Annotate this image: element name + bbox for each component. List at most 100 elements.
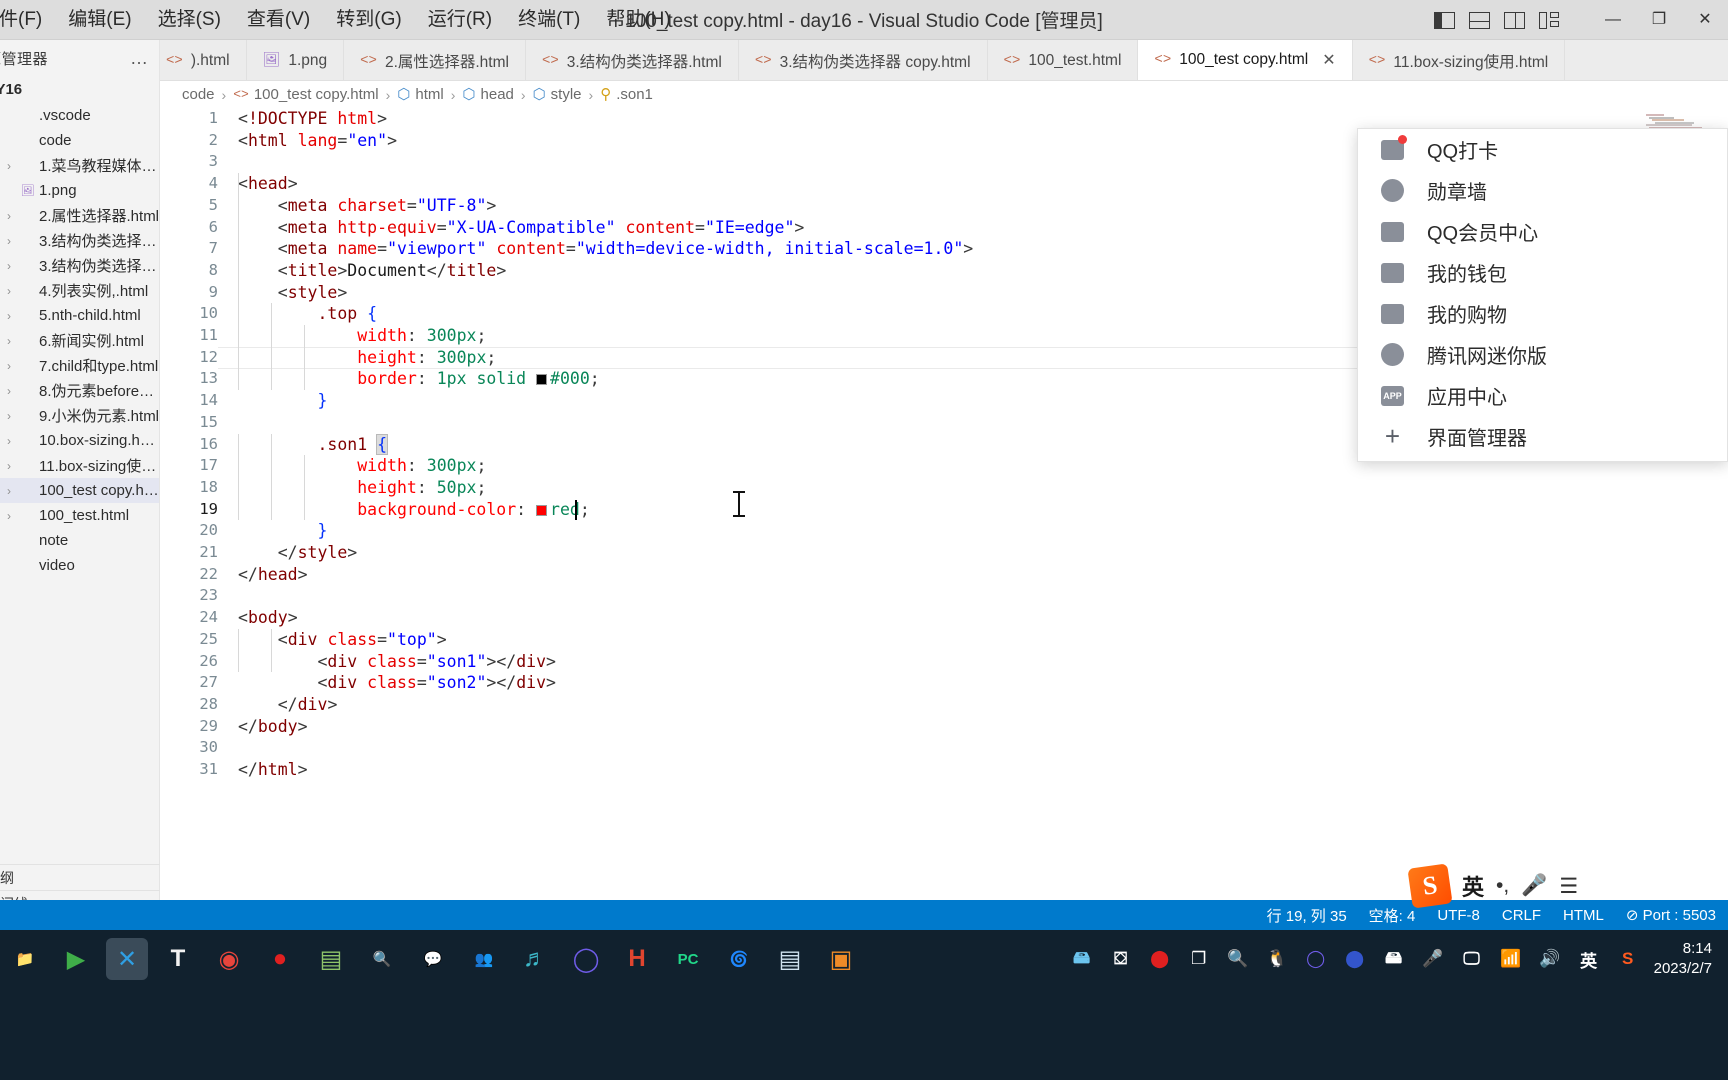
file-tree-item[interactable]: › 11.box-sizing使用.ht... xyxy=(0,453,159,478)
editor-tab[interactable]: <> 100_test copy.html ✕ xyxy=(1138,40,1353,80)
qq-menu-item[interactable]: QQ打卡 xyxy=(1358,129,1727,170)
microphone-icon[interactable]: 🎤 xyxy=(1521,874,1547,898)
file-tree-item[interactable]: code xyxy=(0,128,159,153)
qq-menu-item[interactable]: 我的钱包 xyxy=(1358,252,1727,293)
punctuation-toggle-icon[interactable]: •, xyxy=(1496,874,1509,898)
maximize-button[interactable]: ❐ xyxy=(1636,0,1682,40)
editor-tab[interactable]: 🖼 1.png xyxy=(246,40,345,80)
code-line[interactable]: <div class="top"> xyxy=(238,629,447,651)
breadcrumb-segment[interactable]: ⚲ .son1 xyxy=(600,85,653,104)
qq-menu-item[interactable]: QQ会员中心 xyxy=(1358,211,1727,252)
code-line[interactable]: </html> xyxy=(238,759,308,781)
usb-icon[interactable]: 🖴 xyxy=(1069,946,1095,972)
file-tree-item[interactable]: › 6.新闻实例.html xyxy=(0,328,159,353)
wifi-icon[interactable]: 📶 xyxy=(1498,946,1524,972)
editor-tab[interactable]: <> 11.box-sizing使用.html xyxy=(1352,40,1566,80)
file-tree-item[interactable]: .vscode xyxy=(0,103,159,128)
explorer-more-actions-icon[interactable]: … xyxy=(130,48,149,69)
breadcrumb-segment[interactable]: ⬡ style xyxy=(533,85,582,104)
qq-menu-item[interactable]: 勋章墙 xyxy=(1358,170,1727,211)
everything-icon[interactable]: 🔍 xyxy=(361,938,403,980)
editor-tab[interactable]: <> 3.结构伪类选择器 copy.html xyxy=(738,40,988,80)
volume-icon[interactable]: 🔊 xyxy=(1537,946,1563,972)
ime-mode-label[interactable]: 英 xyxy=(1462,870,1484,902)
rose-icon[interactable]: 🌀 xyxy=(718,938,760,980)
notepad-icon[interactable]: ▤ xyxy=(310,938,352,980)
wechat-icon[interactable]: 💬 xyxy=(412,938,454,980)
editor-tab[interactable]: <> 3.结构伪类选择器.html xyxy=(525,40,739,80)
toggle-secondary-sidebar-icon[interactable] xyxy=(1504,11,1525,29)
typora-icon[interactable]: T xyxy=(157,938,199,980)
qq-menu-item[interactable]: + 界面管理器 xyxy=(1358,416,1727,457)
qq-icon[interactable]: 👥 xyxy=(463,938,505,980)
file-tree-item[interactable]: 🖼 1.png xyxy=(0,178,159,203)
copy-run-icon[interactable]: ❐ xyxy=(1186,946,1212,972)
qq-menu-item[interactable]: 腾讯网迷你版 xyxy=(1358,334,1727,375)
status-bar-item[interactable]: HTML xyxy=(1563,907,1604,924)
usb2-icon[interactable]: 🖴 xyxy=(1381,946,1407,972)
circle-icon[interactable]: ◯ xyxy=(1303,946,1329,972)
status-bar-item[interactable]: 行 19, 列 35 xyxy=(1267,905,1347,926)
file-tree-item[interactable]: › 8.伪元素before和aft... xyxy=(0,378,159,403)
code-line[interactable]: <html lang="en"> xyxy=(238,130,397,152)
location-icon[interactable]: ⬤ xyxy=(1342,946,1368,972)
file-tree-item[interactable]: note xyxy=(0,528,159,553)
code-line[interactable]: </style> xyxy=(238,542,357,564)
minimize-button[interactable]: — xyxy=(1590,0,1636,40)
qq-menu-item[interactable]: APP 应用中心 xyxy=(1358,375,1727,416)
breadcrumb-segment[interactable]: ⬡ head xyxy=(462,85,513,104)
code-line[interactable]: .son1 { xyxy=(238,433,389,456)
sogou-icon[interactable]: S xyxy=(1615,946,1641,972)
close-button[interactable]: ✕ xyxy=(1682,0,1728,40)
potplayer-icon[interactable]: ▶ xyxy=(55,938,97,980)
breadcrumb-segment[interactable]: ⬡ html xyxy=(397,85,443,104)
workspace-root-label[interactable]: AY16 xyxy=(0,76,159,103)
vscode-icon[interactable]: ✕ xyxy=(106,938,148,980)
code-line[interactable]: <meta name="viewport" content="width=dev… xyxy=(238,238,973,260)
microphone-icon[interactable]: 🎤 xyxy=(1420,946,1446,972)
menu-item-7[interactable]: 帮助(H) xyxy=(593,7,683,32)
status-bar-item[interactable]: 空格: 4 xyxy=(1369,905,1416,926)
chrome-icon[interactable]: ◉ xyxy=(208,938,250,980)
menu-item-3[interactable]: 查看(V) xyxy=(234,7,323,32)
code-line[interactable]: .top { xyxy=(238,303,377,325)
notes-icon[interactable]: ▤ xyxy=(769,938,811,980)
file-tree-item[interactable]: › 5.nth-child.html xyxy=(0,303,159,328)
outline-panel-header[interactable]: 大纲 xyxy=(0,864,160,890)
browser-icon[interactable]: ◯ xyxy=(565,938,607,980)
file-tree-item[interactable]: video xyxy=(0,553,159,578)
menu-item-4[interactable]: 转到(G) xyxy=(323,7,414,32)
code-line[interactable]: </body> xyxy=(238,716,308,738)
taskbar-clock[interactable]: 8:14 2023/2/7 xyxy=(1654,939,1718,980)
penguin-icon[interactable]: 🐧 xyxy=(1264,946,1290,972)
ime-icon[interactable]: 英 xyxy=(1576,946,1602,972)
breadcrumb-segment[interactable]: code xyxy=(182,86,215,103)
file-tree-item[interactable]: › 4.列表实例,.html xyxy=(0,278,159,303)
code-line[interactable]: height: 300px; xyxy=(238,347,496,369)
status-bar-item[interactable]: CRLF xyxy=(1502,907,1541,924)
ime-menu-icon[interactable]: ☰ xyxy=(1559,874,1578,899)
file-explorer-icon[interactable]: 📁 xyxy=(4,938,46,980)
record-icon[interactable]: ⬤ xyxy=(1147,946,1173,972)
menu-item-5[interactable]: 运行(R) xyxy=(415,7,505,32)
code-line[interactable]: <meta charset="UTF-8"> xyxy=(238,195,497,217)
file-tree-item[interactable]: › 3.结构伪类选择器 co... xyxy=(0,228,159,253)
pycharm-icon[interactable]: PC xyxy=(667,938,709,980)
status-bar-item[interactable]: UTF-8 xyxy=(1437,907,1480,924)
code-line[interactable]: <title>Document</title> xyxy=(238,260,507,282)
code-line[interactable]: <div class="son2"></div> xyxy=(238,672,555,694)
code-line[interactable]: <!DOCTYPE html> xyxy=(238,108,387,130)
file-tree-item[interactable]: › 3.结构伪类选择器.ht... xyxy=(0,253,159,278)
breadcrumb-segment[interactable]: <> 100_test copy.html xyxy=(233,86,378,103)
editor-tab[interactable]: <>).html xyxy=(160,40,247,80)
status-bar-item[interactable]: ⊘ Port : 5503 xyxy=(1626,906,1716,924)
code-line[interactable]: } xyxy=(238,390,327,412)
code-line[interactable]: height: 50px; xyxy=(238,477,486,499)
search-icon[interactable]: 🔍 xyxy=(1225,946,1251,972)
code-line[interactable]: <meta http-equiv="X-UA-Compatible" conte… xyxy=(238,217,805,239)
toggle-panel-icon[interactable] xyxy=(1469,11,1490,29)
toggle-primary-sidebar-icon[interactable] xyxy=(1434,11,1455,29)
code-line[interactable]: width: 300px; xyxy=(238,455,486,477)
code-line[interactable]: background-color: red; xyxy=(238,499,590,521)
file-tree-item[interactable]: › 100_test.html xyxy=(0,503,159,528)
